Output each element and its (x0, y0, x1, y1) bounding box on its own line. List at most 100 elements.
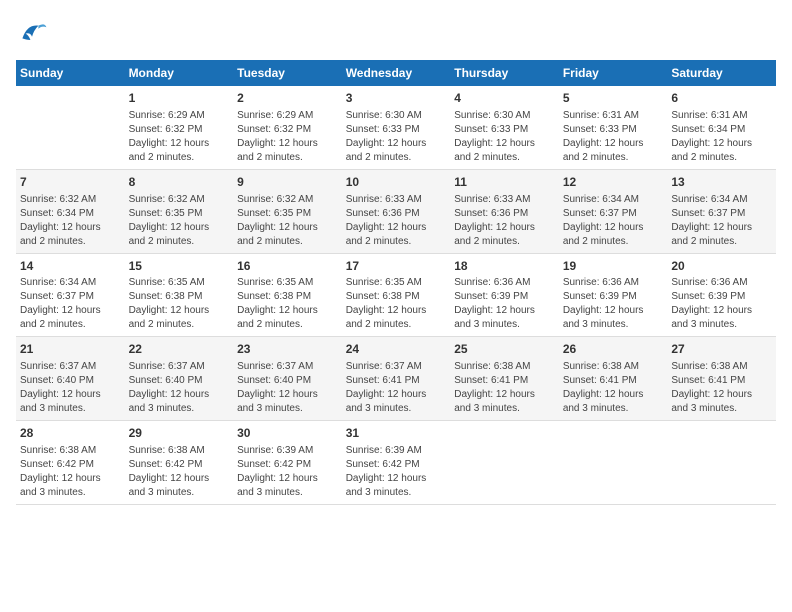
cell-info: Sunrise: 6:35 AMSunset: 6:38 PMDaylight:… (237, 276, 338, 332)
week-row-1: 1 Sunrise: 6:29 AMSunset: 6:32 PMDaylight… (16, 86, 776, 169)
calendar-cell: 28 Sunrise: 6:38 AMSunset: 6:42 PMDayligh… (16, 421, 125, 505)
cell-info: Sunrise: 6:29 AMSunset: 6:32 PMDaylight:… (237, 109, 338, 165)
day-number: 8 (129, 174, 230, 191)
cell-info: Sunrise: 6:38 AMSunset: 6:42 PMDaylight:… (129, 444, 230, 500)
calendar-cell: 11 Sunrise: 6:33 AMSunset: 6:36 PMDayligh… (450, 169, 559, 253)
week-row-5: 28 Sunrise: 6:38 AMSunset: 6:42 PMDayligh… (16, 421, 776, 505)
day-number: 31 (346, 425, 447, 442)
day-number: 19 (563, 258, 664, 275)
calendar-cell: 6 Sunrise: 6:31 AMSunset: 6:34 PMDaylight… (667, 86, 776, 169)
header-cell-wednesday: Wednesday (342, 60, 451, 86)
day-number: 17 (346, 258, 447, 275)
cell-info: Sunrise: 6:33 AMSunset: 6:36 PMDaylight:… (346, 193, 447, 249)
day-number: 24 (346, 341, 447, 358)
calendar-cell: 27 Sunrise: 6:38 AMSunset: 6:41 PMDayligh… (667, 337, 776, 421)
calendar-cell: 31 Sunrise: 6:39 AMSunset: 6:42 PMDayligh… (342, 421, 451, 505)
cell-info: Sunrise: 6:32 AMSunset: 6:35 PMDaylight:… (237, 193, 338, 249)
day-number: 30 (237, 425, 338, 442)
cell-info: Sunrise: 6:37 AMSunset: 6:41 PMDaylight:… (346, 360, 447, 416)
cell-info: Sunrise: 6:34 AMSunset: 6:37 PMDaylight:… (20, 276, 121, 332)
cell-info: Sunrise: 6:35 AMSunset: 6:38 PMDaylight:… (346, 276, 447, 332)
calendar-cell: 8 Sunrise: 6:32 AMSunset: 6:35 PMDaylight… (125, 169, 234, 253)
day-number: 10 (346, 174, 447, 191)
cell-info: Sunrise: 6:37 AMSunset: 6:40 PMDaylight:… (129, 360, 230, 416)
cell-info: Sunrise: 6:37 AMSunset: 6:40 PMDaylight:… (20, 360, 121, 416)
calendar-cell (667, 421, 776, 505)
cell-info: Sunrise: 6:34 AMSunset: 6:37 PMDaylight:… (671, 193, 772, 249)
calendar-cell: 21Sunrise: 6:37 AMSunset: 6:40 PMDayligh… (16, 337, 125, 421)
logo (16, 16, 52, 48)
day-number: 4 (454, 90, 555, 107)
day-number: 3 (346, 90, 447, 107)
day-number: 2 (237, 90, 338, 107)
calendar-cell (559, 421, 668, 505)
day-number: 9 (237, 174, 338, 191)
calendar-cell: 25Sunrise: 6:38 AMSunset: 6:41 PMDayligh… (450, 337, 559, 421)
cell-info: Sunrise: 6:29 AMSunset: 6:32 PMDaylight:… (129, 109, 230, 165)
day-number: 1 (129, 90, 230, 107)
calendar-cell: 12Sunrise: 6:34 AMSunset: 6:37 PMDayligh… (559, 169, 668, 253)
day-number: 22 (129, 341, 230, 358)
calendar-cell: 13Sunrise: 6:34 AMSunset: 6:37 PMDayligh… (667, 169, 776, 253)
day-number: 16 (237, 258, 338, 275)
day-number: 28 (20, 425, 121, 442)
week-row-2: 7Sunrise: 6:32 AMSunset: 6:34 PMDaylight… (16, 169, 776, 253)
header-cell-sunday: Sunday (16, 60, 125, 86)
cell-info: Sunrise: 6:38 AMSunset: 6:41 PMDaylight:… (563, 360, 664, 416)
calendar-cell: 1 Sunrise: 6:29 AMSunset: 6:32 PMDaylight… (125, 86, 234, 169)
week-row-3: 14Sunrise: 6:34 AMSunset: 6:37 PMDayligh… (16, 253, 776, 337)
cell-info: Sunrise: 6:33 AMSunset: 6:36 PMDaylight:… (454, 193, 555, 249)
day-number: 11 (454, 174, 555, 191)
cell-info: Sunrise: 6:38 AMSunset: 6:41 PMDaylight:… (671, 360, 772, 416)
cell-info: Sunrise: 6:37 AMSunset: 6:40 PMDaylight:… (237, 360, 338, 416)
day-number: 18 (454, 258, 555, 275)
day-number: 29 (129, 425, 230, 442)
day-number: 26 (563, 341, 664, 358)
header-cell-friday: Friday (559, 60, 668, 86)
calendar-cell: 16Sunrise: 6:35 AMSunset: 6:38 PMDayligh… (233, 253, 342, 337)
day-number: 20 (671, 258, 772, 275)
calendar-cell: 5Sunrise: 6:31 AMSunset: 6:33 PMDaylight… (559, 86, 668, 169)
day-number: 6 (671, 90, 772, 107)
logo-icon (16, 16, 48, 48)
calendar-cell: 20Sunrise: 6:36 AMSunset: 6:39 PMDayligh… (667, 253, 776, 337)
calendar-table: SundayMondayTuesdayWednesdayThursdayFrid… (16, 60, 776, 505)
day-number: 14 (20, 258, 121, 275)
calendar-cell: 29 Sunrise: 6:38 AMSunset: 6:42 PMDayligh… (125, 421, 234, 505)
cell-info: Sunrise: 6:38 AMSunset: 6:42 PMDaylight:… (20, 444, 121, 500)
header-cell-saturday: Saturday (667, 60, 776, 86)
calendar-cell: 15Sunrise: 6:35 AMSunset: 6:38 PMDayligh… (125, 253, 234, 337)
page-header (16, 16, 776, 48)
day-number: 15 (129, 258, 230, 275)
calendar-cell: 3 Sunrise: 6:30 AMSunset: 6:33 PMDaylight… (342, 86, 451, 169)
cell-info: Sunrise: 6:32 AMSunset: 6:35 PMDaylight:… (129, 193, 230, 249)
cell-info: Sunrise: 6:30 AMSunset: 6:33 PMDaylight:… (346, 109, 447, 165)
day-number: 23 (237, 341, 338, 358)
calendar-cell: 23 Sunrise: 6:37 AMSunset: 6:40 PMDayligh… (233, 337, 342, 421)
cell-info: Sunrise: 6:39 AMSunset: 6:42 PMDaylight:… (346, 444, 447, 500)
day-number: 27 (671, 341, 772, 358)
day-number: 7 (20, 174, 121, 191)
calendar-cell: 18Sunrise: 6:36 AMSunset: 6:39 PMDayligh… (450, 253, 559, 337)
cell-info: Sunrise: 6:31 AMSunset: 6:34 PMDaylight:… (671, 109, 772, 165)
header-cell-monday: Monday (125, 60, 234, 86)
calendar-cell: 4 Sunrise: 6:30 AMSunset: 6:33 PMDaylight… (450, 86, 559, 169)
cell-info: Sunrise: 6:30 AMSunset: 6:33 PMDaylight:… (454, 109, 555, 165)
calendar-cell (450, 421, 559, 505)
header-cell-tuesday: Tuesday (233, 60, 342, 86)
calendar-cell: 26 Sunrise: 6:38 AMSunset: 6:41 PMDayligh… (559, 337, 668, 421)
calendar-cell: 17Sunrise: 6:35 AMSunset: 6:38 PMDayligh… (342, 253, 451, 337)
calendar-cell (16, 86, 125, 169)
day-number: 25 (454, 341, 555, 358)
cell-info: Sunrise: 6:34 AMSunset: 6:37 PMDaylight:… (563, 193, 664, 249)
cell-info: Sunrise: 6:39 AMSunset: 6:42 PMDaylight:… (237, 444, 338, 500)
cell-info: Sunrise: 6:36 AMSunset: 6:39 PMDaylight:… (454, 276, 555, 332)
calendar-cell: 7Sunrise: 6:32 AMSunset: 6:34 PMDaylight… (16, 169, 125, 253)
calendar-cell: 30 Sunrise: 6:39 AMSunset: 6:42 PMDayligh… (233, 421, 342, 505)
calendar-cell: 10 Sunrise: 6:33 AMSunset: 6:36 PMDayligh… (342, 169, 451, 253)
calendar-cell: 9 Sunrise: 6:32 AMSunset: 6:35 PMDaylight… (233, 169, 342, 253)
cell-info: Sunrise: 6:35 AMSunset: 6:38 PMDaylight:… (129, 276, 230, 332)
cell-info: Sunrise: 6:36 AMSunset: 6:39 PMDaylight:… (671, 276, 772, 332)
cell-info: Sunrise: 6:36 AMSunset: 6:39 PMDaylight:… (563, 276, 664, 332)
header-row: SundayMondayTuesdayWednesdayThursdayFrid… (16, 60, 776, 86)
